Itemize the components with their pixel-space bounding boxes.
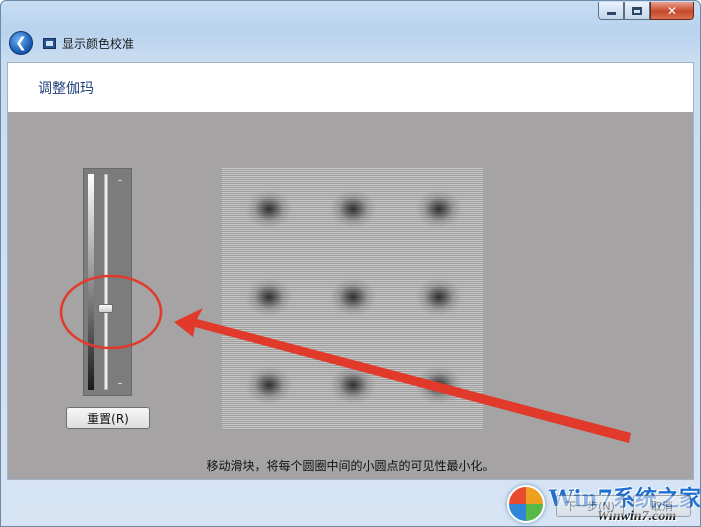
calibration-window: ✕ ❮ 显示颜色校准 调整伽玛 重置(R) 移动滑块，将每个圆圈中间的小圆点的可… <box>0 0 701 527</box>
slider-tick-top <box>118 180 122 181</box>
wizard-content: 调整伽玛 重置(R) 移动滑块，将每个圆圈中间的小圆点的可见性最小化。 <box>7 62 694 480</box>
test-circle <box>246 366 292 404</box>
display-monitor-icon <box>43 37 56 49</box>
minimize-icon <box>606 12 616 15</box>
back-arrow-icon: ❮ <box>15 34 27 51</box>
close-button[interactable]: ✕ <box>650 2 694 20</box>
maximize-icon <box>632 6 642 15</box>
test-circle <box>416 190 462 228</box>
close-icon: ✕ <box>666 3 678 18</box>
test-circle <box>330 190 376 228</box>
instruction-text: 移动滑块，将每个圆圈中间的小圆点的可见性最小化。 <box>206 459 495 473</box>
test-circle <box>330 278 376 316</box>
test-circle <box>330 366 376 404</box>
minimize-button[interactable] <box>598 2 624 20</box>
page-title: 调整伽玛 <box>38 80 94 97</box>
test-circle <box>246 278 292 316</box>
slider-tick-bottom <box>118 383 122 384</box>
caption-buttons: ✕ <box>598 2 694 22</box>
maximize-button[interactable] <box>624 2 650 20</box>
back-button[interactable]: ❮ <box>9 31 33 55</box>
next-button[interactable]: 下一步(N) <box>556 495 624 517</box>
gamma-slider-track[interactable] <box>104 174 108 390</box>
calibration-area: 重置(R) 移动滑块，将每个圆圈中间的小圆点的可见性最小化。 <box>8 112 693 479</box>
wizard-footer: Win7系统之家 Winwin7.com 下一步(N) 取消 <box>1 481 700 526</box>
gamma-slider-panel <box>83 168 132 396</box>
cancel-button[interactable]: 取消 <box>633 495 691 517</box>
windows-logo-icon <box>507 485 545 523</box>
test-circle <box>416 278 462 316</box>
test-circle <box>246 190 292 228</box>
page-header: 调整伽玛 <box>8 63 693 112</box>
gamma-test-pattern <box>222 168 483 430</box>
window-title: 显示颜色校准 <box>62 36 135 51</box>
gamma-gradient-strip <box>88 174 94 390</box>
gamma-slider-thumb[interactable] <box>98 304 113 314</box>
title-row: ❮ 显示颜色校准 <box>9 30 134 56</box>
reset-button[interactable]: 重置(R) <box>66 407 150 429</box>
test-circle <box>416 366 462 404</box>
